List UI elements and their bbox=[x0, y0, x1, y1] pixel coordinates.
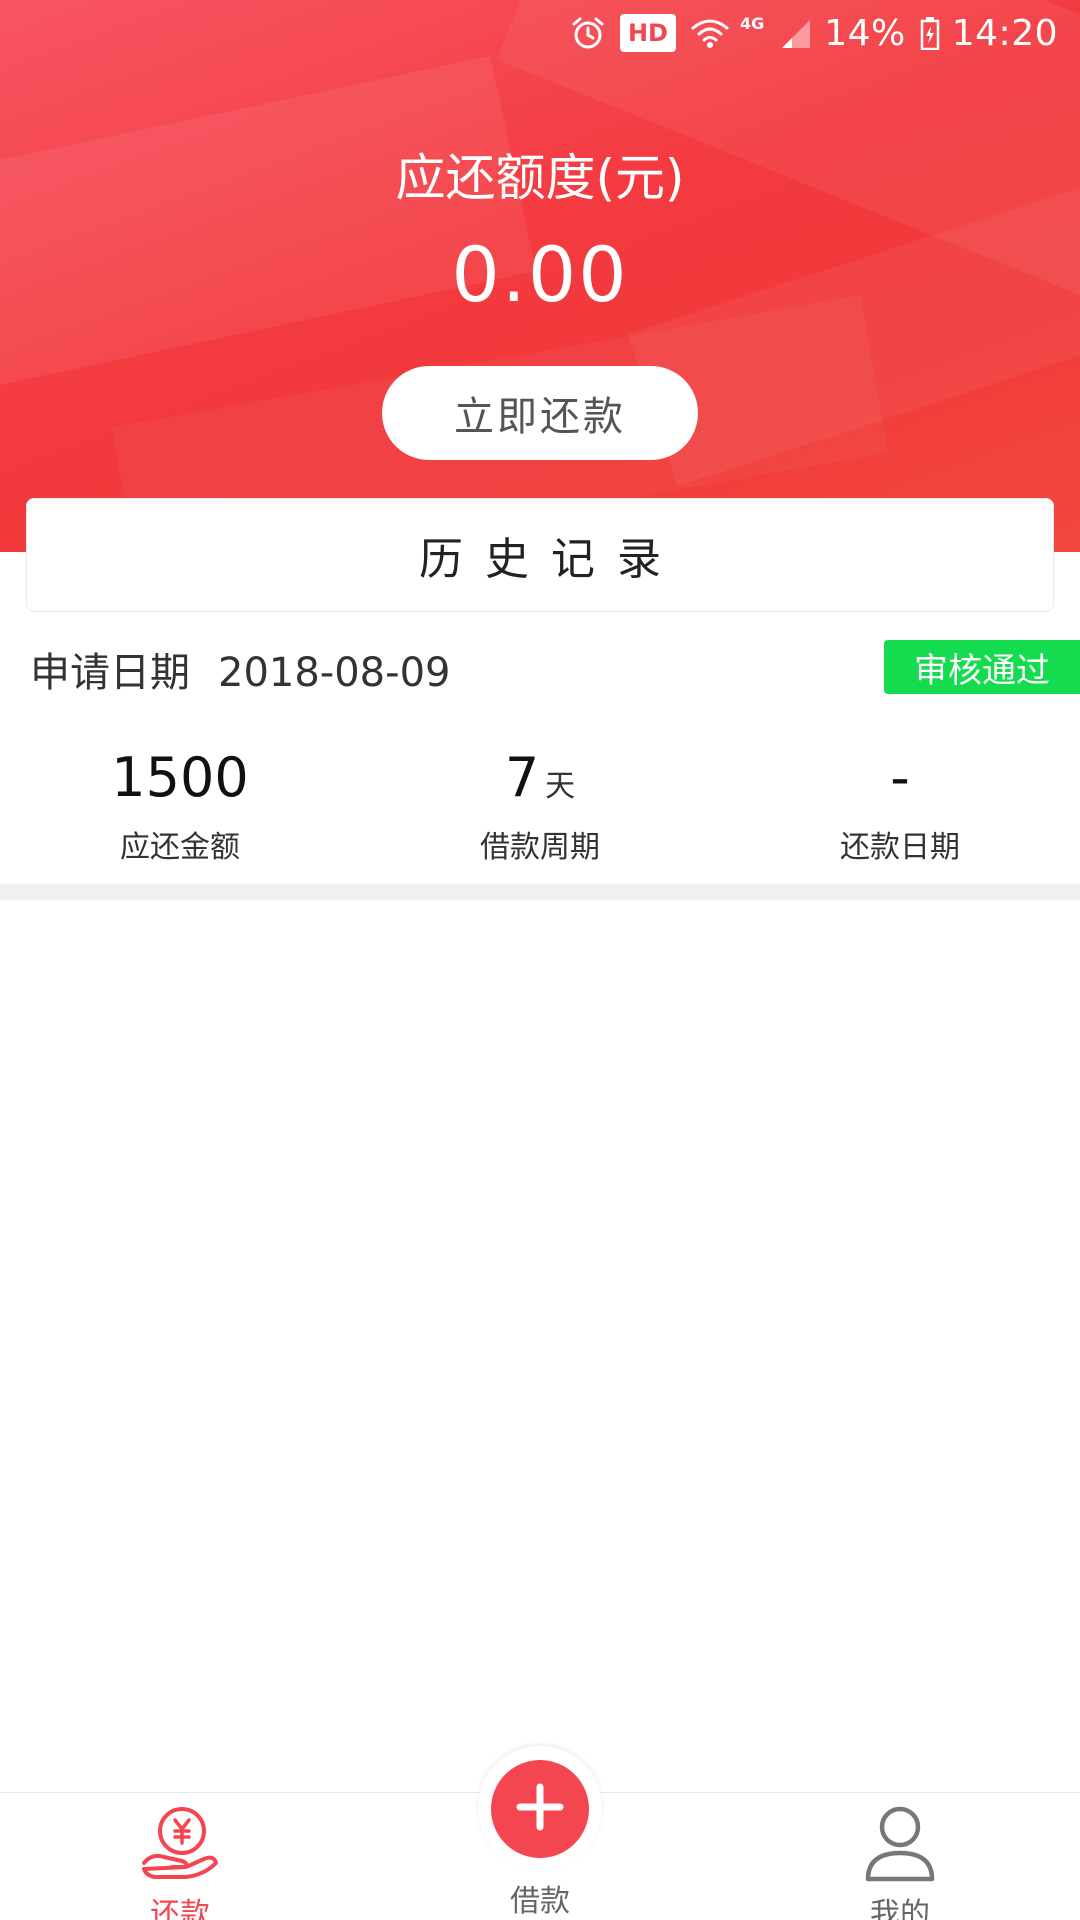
status-bar: HD 4G 14% 14:20 bbox=[0, 0, 1080, 66]
section-divider bbox=[0, 884, 1080, 900]
nav-label-borrow: 借款 bbox=[510, 1884, 570, 1919]
screen: HD 4G 14% 14:20 应还额度(元) 0.00 立即还款 历史记录 申… bbox=[0, 0, 1080, 1920]
loan-stats: 1500 应还金额 7天 借款周期 - 还款日期 bbox=[0, 742, 1080, 866]
stat-label: 还款日期 bbox=[840, 830, 960, 865]
nav-label-repay: 还款 bbox=[150, 1897, 210, 1920]
battery-icon bbox=[920, 13, 940, 53]
nav-label-mine: 我的 bbox=[870, 1897, 930, 1920]
history-records-button[interactable]: 历史记录 bbox=[26, 498, 1054, 612]
alarm-icon bbox=[570, 13, 606, 53]
amount-label: 应还额度(元) bbox=[395, 149, 685, 207]
application-date-label: 申请日期 bbox=[30, 650, 190, 696]
clock-time: 14:20 bbox=[951, 12, 1058, 54]
hand-yuan-icon bbox=[138, 1803, 222, 1887]
network-type-label: 4G bbox=[739, 13, 765, 33]
header-banner: HD 4G 14% 14:20 应还额度(元) 0.00 bbox=[0, 0, 1080, 552]
stat-label: 借款周期 bbox=[480, 830, 600, 865]
stat-value: 1500 bbox=[111, 746, 249, 809]
nav-tab-mine[interactable]: 我的 bbox=[780, 1803, 1020, 1920]
application-date-value: 2018-08-09 bbox=[218, 650, 451, 696]
status-badge: 审核通过 bbox=[884, 640, 1080, 694]
plus-icon bbox=[512, 1779, 568, 1839]
signal-icon bbox=[778, 13, 812, 53]
battery-percent: 14% bbox=[824, 12, 906, 54]
application-date-row: 申请日期 2018-08-09 bbox=[30, 640, 450, 698]
stat-loan-period: 7天 借款周期 bbox=[360, 742, 720, 866]
stat-value: 7 bbox=[504, 746, 540, 809]
user-icon bbox=[860, 1803, 940, 1887]
history-title: 历史记录 bbox=[419, 534, 683, 585]
nav-tab-borrow-button[interactable] bbox=[491, 1760, 589, 1858]
hd-badge: HD bbox=[619, 13, 676, 53]
repay-now-button[interactable]: 立即还款 bbox=[382, 366, 698, 460]
stat-unit: 天 bbox=[545, 769, 576, 804]
stat-repay-amount: 1500 应还金额 bbox=[0, 742, 360, 866]
wifi-icon bbox=[690, 13, 730, 53]
amount-value: 0.00 bbox=[451, 230, 629, 319]
stat-repay-date: - 还款日期 bbox=[720, 742, 1080, 866]
stat-value: - bbox=[890, 746, 910, 809]
stat-label: 应还金额 bbox=[120, 830, 240, 865]
nav-tab-repay[interactable]: 还款 bbox=[60, 1803, 300, 1920]
